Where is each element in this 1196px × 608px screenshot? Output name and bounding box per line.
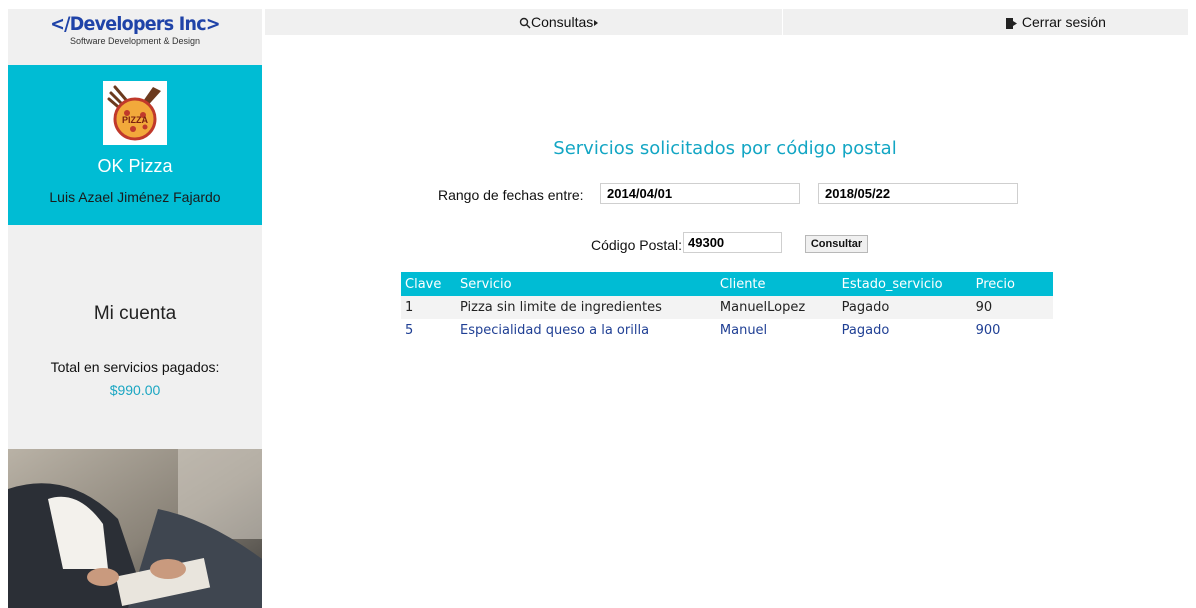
consultas-label: Consultas: [531, 14, 594, 30]
date-from-input[interactable]: [600, 183, 800, 204]
sidebar: </Developers Inc> Software Development &…: [8, 9, 262, 608]
results-table: Clave Servicio Cliente Estado_servicio P…: [401, 272, 1053, 342]
cell-precio: 90: [971, 296, 1053, 319]
cell-clave: 1: [401, 296, 456, 319]
account-title[interactable]: Mi cuenta: [8, 303, 262, 325]
user-name: Luis Azael Jiménez Fajardo: [49, 189, 221, 205]
total-paid-label: Total en servicios pagados:: [50, 359, 220, 375]
business-name: OK Pizza: [97, 156, 173, 176]
column-header-clave: Clave: [401, 272, 456, 296]
pizza-logo-icon: PIZZA: [103, 81, 167, 145]
column-header-estado: Estado_servicio: [837, 272, 972, 296]
date-to-input[interactable]: [818, 183, 1018, 204]
cell-cliente: ManuelLopez: [715, 296, 838, 319]
search-icon: [519, 18, 531, 29]
cell-cliente: Manuel: [715, 319, 838, 342]
logout-link[interactable]: Cerrar sesión: [1005, 14, 1106, 30]
brand-header[interactable]: </Developers Inc> Software Development &…: [8, 9, 262, 65]
consultar-button[interactable]: Consultar: [805, 235, 868, 253]
brand-title[interactable]: </Developers Inc>: [18, 13, 252, 35]
sign-out-icon: [1006, 17, 1017, 29]
page: </Developers Inc> Software Development &…: [0, 0, 1196, 608]
postal-code-input[interactable]: [683, 232, 782, 253]
svg-text:PIZZA: PIZZA: [122, 115, 148, 125]
top-navigation: Consultas Cerrar sesión: [265, 9, 1188, 35]
column-header-cliente: Cliente: [715, 272, 838, 296]
brand-subtitle: Software Development & Design: [69, 36, 201, 46]
caret-right-icon: [594, 20, 599, 27]
cell-servicio: Pizza sin limite de ingredientes: [455, 296, 716, 319]
consultas-menu[interactable]: Consultas: [519, 14, 599, 30]
date-range-label: Rango de fechas entre:: [438, 187, 584, 203]
page-title: Servicios solicitados por código postal: [553, 138, 897, 159]
cell-estado: Pagado: [837, 296, 972, 319]
cell-clave: 5: [401, 319, 456, 342]
postal-code-label: Código Postal:: [591, 237, 683, 253]
total-paid-value: $990.00: [109, 382, 161, 398]
table-row[interactable]: 1 Pizza sin limite de ingredientes Manue…: [401, 296, 1053, 319]
business-meeting-photo: [8, 449, 262, 608]
table-row[interactable]: 5 Especialidad queso a la orilla Manuel …: [401, 319, 1053, 342]
profile-panel: PIZZA OK Pizza Luis Azael Jiménez Fajard…: [8, 65, 262, 225]
logout-label: Cerrar sesión: [1021, 14, 1106, 30]
cell-precio: 900: [971, 319, 1053, 342]
column-header-precio: Precio: [971, 272, 1053, 296]
column-header-servicio: Servicio: [455, 272, 716, 296]
cell-estado: Pagado: [837, 319, 972, 342]
table-header-row: Clave Servicio Cliente Estado_servicio P…: [401, 272, 1053, 296]
cell-servicio: Especialidad queso a la orilla: [455, 319, 716, 342]
